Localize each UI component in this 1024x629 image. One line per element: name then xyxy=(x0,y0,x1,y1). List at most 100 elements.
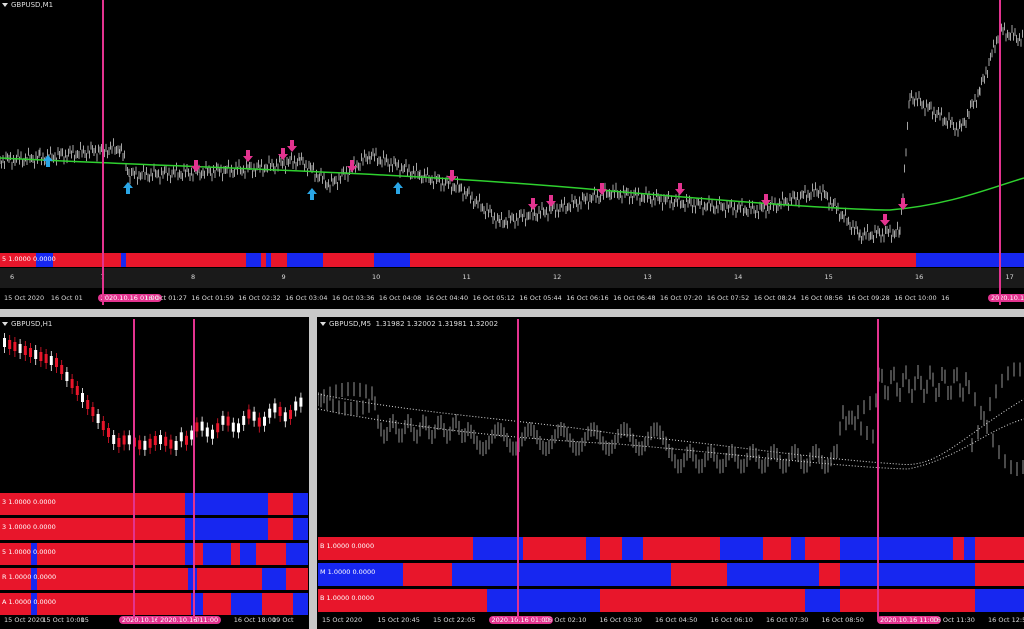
strip-segment xyxy=(409,253,917,267)
strip-segment xyxy=(762,537,791,560)
top-price-chart xyxy=(0,22,1024,245)
strip-segment xyxy=(255,543,287,565)
strip-segment xyxy=(261,568,287,590)
strip-segment xyxy=(194,543,204,565)
axis-tick-label: 15 xyxy=(80,616,89,624)
cloud-line-b xyxy=(318,408,1024,470)
subgrid-label: 9 xyxy=(281,273,286,281)
left-indicator-strip: 3 1.0000 0.0000 xyxy=(0,518,308,540)
top-marker-line-1 xyxy=(102,0,104,305)
strip-segment xyxy=(402,563,453,586)
strip-segment xyxy=(184,518,268,540)
axis-tick-label: 15 Oct 22:05 xyxy=(433,616,476,624)
strip-segment xyxy=(36,568,188,590)
axis-tick-label: 16 Oct 07:20 xyxy=(660,294,703,302)
axis-tick-label: 16 Oct 01 xyxy=(50,294,83,302)
axis-tick-label: 0 xyxy=(195,616,200,624)
axis-tick-label: 2020.10.16 11:00 xyxy=(157,616,222,624)
left-indicator-label: A 1.0000 0.0000 xyxy=(2,598,57,606)
axis-tick-label: 16 Oct 03:04 xyxy=(285,294,328,302)
strip-segment xyxy=(261,593,293,615)
axis-tick-label: 16 Oct 08:24 xyxy=(753,294,797,302)
right-chart-panel[interactable]: GBPUSD,M5 1.31982 1.32002 1.31981 1.3200… xyxy=(318,319,1024,534)
strip-segment xyxy=(953,537,964,560)
arrow-up-icon xyxy=(123,182,133,194)
strip-segment xyxy=(840,537,954,560)
subgrid-label: 13 xyxy=(643,273,652,281)
axis-tick-label: 16 xyxy=(941,294,950,302)
right-bars xyxy=(318,362,1024,476)
axis-tick-label: 16 Oct 06:16 xyxy=(566,294,609,302)
axis-tick-label: 16 Oct 02:32 xyxy=(238,294,281,302)
strip-segment xyxy=(240,543,256,565)
arrow-down-icon xyxy=(287,140,297,152)
right-marker-line-1 xyxy=(517,319,519,619)
left-time-axis: 15 Oct 2020 15 Oct 10:00 15 2020.10.16 01:0… xyxy=(0,616,308,628)
strip-segment xyxy=(203,593,231,615)
axis-tick-label: 16 Oct 18:00 xyxy=(233,616,277,624)
axis-tick-label: 16 Oct 03:36 xyxy=(332,294,375,302)
axis-tick-label: 16 Oct 07:52 xyxy=(706,294,750,302)
axis-tick-label: 16 Oct 11:30 xyxy=(932,616,975,624)
arrow-down-icon xyxy=(191,160,201,172)
left-indicator-strip: 3 1.0000 0.0000 xyxy=(0,493,308,515)
axis-tick-label: 16 Oct 01:27 xyxy=(144,294,187,302)
strip-segment xyxy=(271,253,287,267)
axis-tick-label: 16 Oct 07:30 xyxy=(766,616,809,624)
axis-tick-label: 16 Oct 08:56 xyxy=(800,294,843,302)
strip-segment xyxy=(916,253,1024,267)
strip-segment xyxy=(267,493,293,515)
top-marker-line-2 xyxy=(999,0,1001,305)
strip-segment xyxy=(292,593,308,615)
arrow-down-icon xyxy=(597,183,607,195)
strip-segment xyxy=(671,563,728,586)
arrow-up-icon xyxy=(307,188,317,200)
strip-segment xyxy=(184,493,268,515)
strip-segment xyxy=(586,537,601,560)
strip-segment xyxy=(791,537,806,560)
vertical-splitter[interactable] xyxy=(309,317,317,629)
axis-tick-label: 16 Oct 04:50 xyxy=(655,616,698,624)
strip-segment xyxy=(473,537,523,560)
horizontal-splitter[interactable] xyxy=(0,309,1024,317)
left-chart-panel[interactable]: GBPUSD,H1 xyxy=(0,319,308,489)
right-indicator-label: B 1.0000 0.0000 xyxy=(320,594,375,602)
top-indicator-strip: 5 1.0000 0.0000 xyxy=(0,253,1024,267)
strip-segment xyxy=(621,537,643,560)
strip-segment xyxy=(963,537,975,560)
subgrid-label: 11 xyxy=(462,273,471,281)
strip-segment xyxy=(125,253,246,267)
arrow-up-icon xyxy=(393,182,403,194)
arrow-down-icon xyxy=(880,214,890,226)
strip-segment xyxy=(36,543,185,565)
strip-segment xyxy=(286,543,308,565)
strip-segment xyxy=(197,568,262,590)
left-indicator-label: 3 1.0000 0.0000 xyxy=(2,523,56,531)
right-indicator-label: B 1.0000 0.0000 xyxy=(320,542,375,550)
arrow-down-icon xyxy=(675,183,685,195)
strip-segment xyxy=(974,537,1024,560)
arrow-down-icon xyxy=(546,195,556,207)
top-time-axis: 15 Oct 2020 16 Oct 01 2020.10.16 01:00 16 O… xyxy=(0,294,1024,306)
subgrid-label: 17 xyxy=(1005,273,1014,281)
strip-segment xyxy=(805,589,841,612)
subgrid-label: 16 xyxy=(915,273,924,281)
strip-segment xyxy=(642,537,721,560)
axis-tick-label: 2020.10.16 11:00 xyxy=(877,616,942,624)
axis-tick-label: 16 Oct 12:50 xyxy=(988,616,1024,624)
top-chart-panel[interactable]: GBPUSD,M1 xyxy=(0,0,1024,250)
arrow-down-icon xyxy=(528,198,538,210)
axis-tick-label: 16 Oct 01:59 xyxy=(191,294,234,302)
axis-tick-label: 2020.10.16 01:00 xyxy=(488,616,553,624)
axis-tick-label: 16 Oct 06:48 xyxy=(613,294,656,302)
strip-segment xyxy=(53,253,121,267)
subgrid-label: 8 xyxy=(191,273,196,281)
subgrid-label: 6 xyxy=(10,273,15,281)
right-marker-line-2 xyxy=(877,319,879,619)
strip-segment xyxy=(720,537,763,560)
strip-segment xyxy=(727,563,820,586)
right-indicator-strip: M 1.0000 0.0000 xyxy=(318,563,1024,586)
left-candles xyxy=(3,333,303,456)
left-indicator-label: R 1.0000 0.0000 xyxy=(2,573,57,581)
axis-tick-label: 16 Oct 10:00 xyxy=(894,294,937,302)
